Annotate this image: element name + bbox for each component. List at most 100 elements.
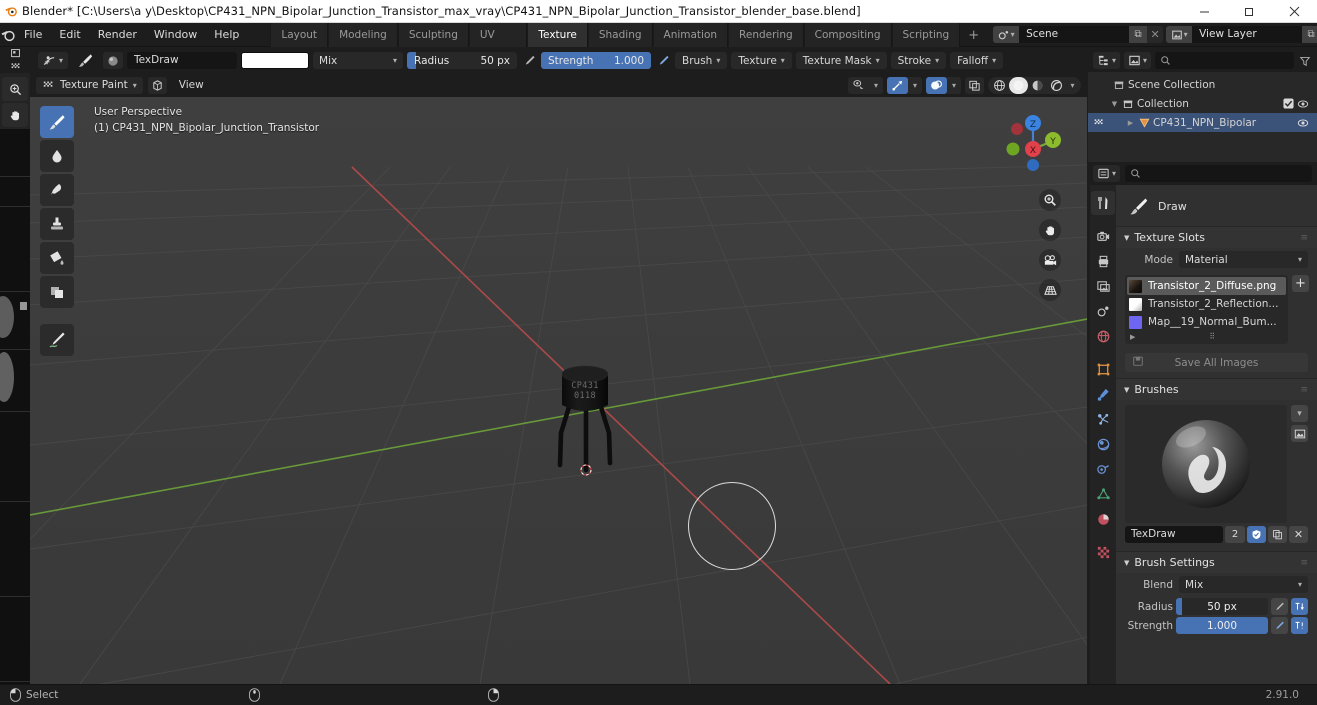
- workspace-tab-uv-editing[interactable]: UV Editing: [468, 22, 528, 66]
- tool-draw[interactable]: [40, 106, 74, 138]
- properties-tab-scene[interactable]: [1091, 299, 1115, 323]
- zoom-view-icon[interactable]: [1039, 189, 1061, 211]
- pan-tool-icon[interactable]: [2, 103, 28, 127]
- workspace-tab-animation[interactable]: Animation: [652, 22, 729, 47]
- list-resize-grip-icon[interactable]: ⠿: [1209, 332, 1216, 341]
- unlink-scene-button[interactable]: ✕: [1147, 26, 1163, 43]
- navigation-gizmo[interactable]: Z Y X: [995, 105, 1067, 177]
- panel-header-brushes[interactable]: ▼ Brushes ≡: [1116, 378, 1317, 400]
- workspace-tab-layout[interactable]: Layout: [270, 22, 329, 47]
- new-view-layer-button[interactable]: ⧉: [1302, 26, 1317, 43]
- brush-users-count[interactable]: 2: [1225, 526, 1245, 543]
- fake-user-shield-icon[interactable]: [1247, 526, 1266, 543]
- paint-mode-icon[interactable]: [0, 60, 30, 73]
- panel-header-brush-settings[interactable]: ▼ Brush Settings ≡: [1116, 551, 1317, 573]
- properties-panel[interactable]: Draw ▼ Texture Slots ≡ Mode Material ▾ T…: [1116, 185, 1317, 685]
- tool-fill[interactable]: [40, 242, 74, 274]
- chevron-down-icon[interactable]: ▼: [1110, 100, 1119, 108]
- maximize-button[interactable]: [1227, 0, 1272, 23]
- brush-blend-dropdown[interactable]: Mix ▾: [1179, 576, 1308, 593]
- brush-browse-dropdown-icon[interactable]: ▾: [1291, 405, 1308, 422]
- blender-logo-icon[interactable]: [0, 27, 16, 43]
- outliner-row-scene-collection[interactable]: Scene Collection: [1088, 75, 1317, 94]
- strength-unit-icon[interactable]: [1291, 617, 1308, 634]
- image-editor-canvas[interactable]: [0, 129, 30, 684]
- workspace-tab-sculpting[interactable]: Sculpting: [397, 22, 469, 47]
- falloff-curve-icon[interactable]: ▾: [38, 52, 69, 69]
- radius-pressure-icon[interactable]: [1271, 598, 1288, 615]
- object-visibility-eye-icon[interactable]: [1295, 117, 1311, 129]
- chevron-right-icon[interactable]: ▶: [1130, 333, 1135, 341]
- workspace-tab-texture-paint[interactable]: Texture Paint: [527, 22, 588, 66]
- properties-tab-object-data[interactable]: [1091, 482, 1115, 506]
- workspace-tab-compositing[interactable]: Compositing: [803, 22, 892, 47]
- properties-search-input[interactable]: [1125, 165, 1312, 182]
- menu-texture-mask[interactable]: Texture Mask ▾: [795, 52, 887, 69]
- texture-slot-mode-dropdown[interactable]: Material ▾: [1179, 251, 1308, 268]
- editor-type-icon[interactable]: [0, 47, 30, 60]
- strength-pressure-icon[interactable]: [1271, 617, 1288, 634]
- visibility-selector[interactable]: ▾: [848, 76, 883, 94]
- zoom-tool-icon[interactable]: [2, 77, 28, 101]
- menu-window[interactable]: Window: [146, 26, 205, 44]
- shading-wireframe-icon[interactable]: [990, 77, 1009, 94]
- workspace-tab-modeling[interactable]: Modeling: [328, 22, 398, 47]
- outliner-panel[interactable]: Scene Collection ▼ Collection ▶ CP431_NP…: [1088, 72, 1317, 162]
- strength-slider[interactable]: Strength 1.000: [541, 52, 652, 69]
- radius-unit-icon[interactable]: [1291, 598, 1308, 615]
- tool-soften[interactable]: [40, 140, 74, 172]
- overlay-selector[interactable]: ▾: [926, 76, 961, 94]
- properties-tab-object[interactable]: [1091, 357, 1115, 381]
- workspace-tab-scripting[interactable]: Scripting: [891, 22, 961, 47]
- brush-color-swatch[interactable]: [241, 52, 310, 69]
- brush-radius-slider[interactable]: 50 px: [1176, 598, 1268, 615]
- properties-editor-type-icon[interactable]: ▾: [1093, 165, 1121, 182]
- tool-clone[interactable]: [40, 208, 74, 240]
- radius-slider[interactable]: Radius 50 px: [407, 52, 518, 69]
- outliner-editor-type-icon[interactable]: ▾: [1093, 52, 1121, 69]
- properties-tab-particles[interactable]: [1091, 407, 1115, 431]
- menu-file[interactable]: File: [16, 26, 50, 44]
- minimize-button[interactable]: [1182, 0, 1227, 23]
- tool-smear[interactable]: [40, 174, 74, 206]
- view-layer-selector[interactable]: ▾ View Layer ⧉ ✕: [1166, 26, 1317, 43]
- toggle-perspective-icon[interactable]: [1039, 279, 1061, 301]
- scene-selector[interactable]: ▾ Scene ⧉ ✕: [993, 26, 1164, 43]
- brush-strength-slider[interactable]: 1.000: [1176, 617, 1268, 634]
- menu-stroke[interactable]: Stroke ▾: [890, 52, 947, 69]
- outliner-search-input[interactable]: [1155, 52, 1294, 69]
- overlays-dropdown-icon[interactable]: ▾: [947, 77, 961, 94]
- texture-slot-item[interactable]: Transistor_2_Reflection...: [1127, 295, 1286, 313]
- camera-view-icon[interactable]: [1039, 249, 1061, 271]
- workspace-tab-shading[interactable]: Shading: [587, 22, 653, 47]
- menu-render[interactable]: Render: [90, 26, 145, 44]
- gizmo-toggle-icon[interactable]: [887, 76, 908, 94]
- view-layer-name[interactable]: View Layer: [1192, 26, 1303, 43]
- collection-visibility-eye-icon[interactable]: [1295, 98, 1311, 110]
- properties-tab-output[interactable]: [1091, 249, 1115, 273]
- xray-toggle-icon[interactable]: [965, 76, 984, 94]
- tool-annotate[interactable]: [40, 324, 74, 356]
- properties-tab-view-layer[interactable]: [1091, 274, 1115, 298]
- panel-header-texture-slots[interactable]: ▼ Texture Slots ≡: [1116, 226, 1317, 248]
- properties-tab-physics[interactable]: [1091, 432, 1115, 456]
- brush-preview-icon[interactable]: [72, 52, 99, 69]
- outliner-row-collection[interactable]: ▼ Collection: [1088, 94, 1317, 113]
- move-view-icon[interactable]: [1039, 219, 1061, 241]
- radius-pressure-icon[interactable]: [521, 54, 537, 67]
- viewport-canvas[interactable]: CP431 0118 User Perspective (1) CP431_NP…: [30, 97, 1087, 684]
- overlays-toggle-icon[interactable]: [926, 76, 947, 94]
- object-visibility-icon[interactable]: [848, 77, 869, 94]
- chevron-right-icon[interactable]: ▶: [1126, 119, 1135, 127]
- shading-solid-icon[interactable]: [1009, 76, 1028, 94]
- menu-brush[interactable]: Brush ▾: [675, 52, 728, 69]
- blend-mode-dropdown[interactable]: Mix ▾: [313, 52, 404, 69]
- tool-mask[interactable]: [40, 276, 74, 308]
- outliner-row-object[interactable]: ▶ CP431_NPN_Bipolar: [1088, 113, 1317, 132]
- 3d-viewport[interactable]: Texture Paint ▾ View ▾ ▾ ▾ ▾ CP431 0118 …: [30, 73, 1087, 684]
- menu-texture[interactable]: Texture ▾: [731, 52, 792, 69]
- brush-name-field[interactable]: TexDraw: [1125, 526, 1223, 543]
- texture-slot-item[interactable]: Map__19_Normal_Bum...: [1127, 313, 1286, 331]
- unlink-brush-button[interactable]: ✕: [1289, 526, 1308, 543]
- close-button[interactable]: [1272, 0, 1317, 23]
